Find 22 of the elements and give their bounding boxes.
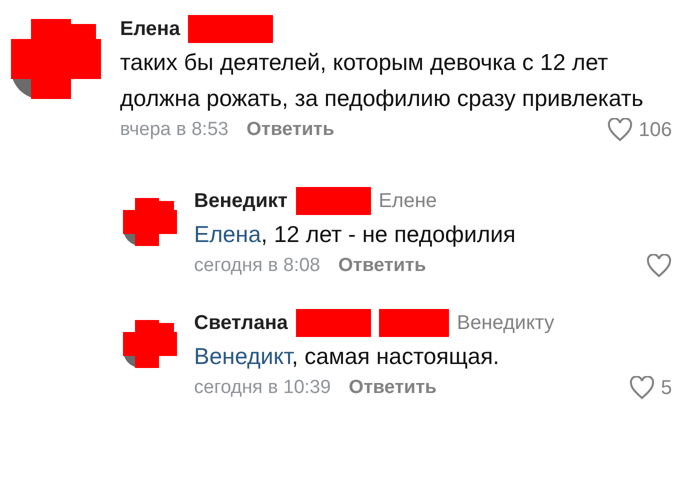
author-name[interactable]: Светлана: [194, 312, 288, 334]
like-count: 5: [660, 376, 672, 400]
reply-link[interactable]: Ответить: [246, 119, 334, 141]
comment-time: сегодня в 8:08: [194, 255, 320, 277]
comment-text: Елена, 12 лет - не педофилия: [194, 220, 517, 249]
comment-text: Венедикт, самая настоящая.: [194, 342, 500, 371]
author-name[interactable]: Елена: [120, 18, 180, 40]
mention-link[interactable]: Венедикт: [194, 343, 292, 369]
heart-icon[interactable]: [606, 118, 633, 142]
comment-time: сегодня в 10:39: [194, 377, 331, 399]
heart-icon[interactable]: [628, 376, 655, 400]
mention-link[interactable]: Елена: [194, 221, 262, 247]
reply-link[interactable]: Ответить: [348, 377, 437, 399]
reply-to-name[interactable]: Елене: [378, 190, 437, 212]
comment-time: вчера в 8:53: [120, 119, 228, 141]
redaction-mark: [378, 309, 449, 337]
author-name[interactable]: Венедикт: [194, 190, 288, 212]
like-count: 106: [638, 118, 672, 142]
heart-icon[interactable]: [646, 254, 672, 278]
comment-text: таких бы деятелей, которым девочка с 12 лет должна рожать, за педофилию сразу привлекать: [120, 48, 644, 113]
reply-link[interactable]: Ответить: [338, 255, 426, 277]
reply-to-name[interactable]: Венедикту: [456, 312, 554, 334]
